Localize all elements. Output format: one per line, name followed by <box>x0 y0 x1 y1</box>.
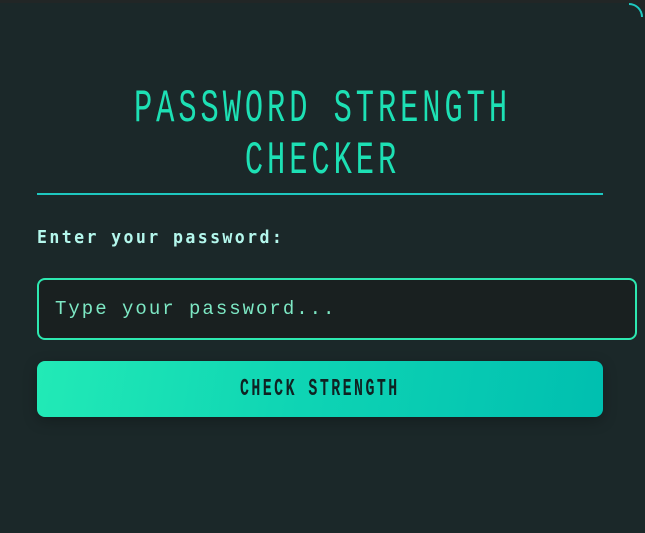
password-input[interactable] <box>39 280 635 338</box>
password-label: Enter your password: <box>37 227 285 248</box>
title-line-2: CHECKER <box>244 135 401 187</box>
check-strength-button[interactable]: CHECK STRENGTH <box>37 361 603 417</box>
card-corner-accent <box>629 3 643 17</box>
password-field[interactable] <box>37 278 637 340</box>
checker-card: PASSWORD STRENGTH CHECKER Enter your pas… <box>0 3 645 533</box>
check-strength-label: CHECK STRENGTH <box>240 375 400 403</box>
page-title: PASSWORD STRENGTH CHECKER <box>0 83 645 187</box>
title-line-1: PASSWORD STRENGTH <box>133 83 512 135</box>
title-divider <box>37 193 603 195</box>
